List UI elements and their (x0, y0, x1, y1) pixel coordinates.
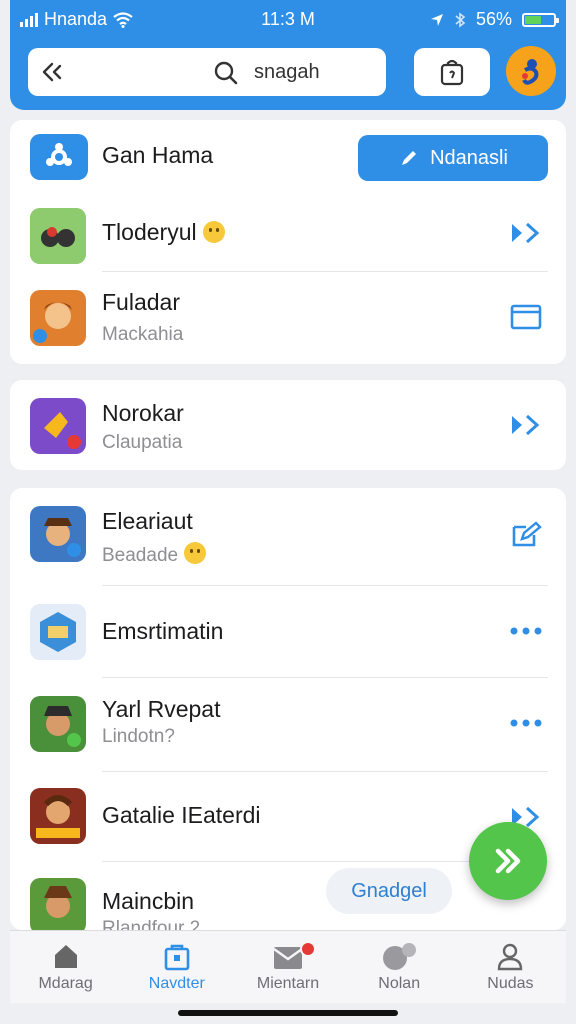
suggestion-chip[interactable]: Gnadgel (326, 868, 452, 914)
bag-icon (440, 59, 464, 86)
search-icon (214, 61, 238, 85)
chat-icon (383, 943, 417, 970)
game-thumbnail (30, 878, 86, 930)
section-card-1: Gan Hama Ndanasli Tloderyul Fuladar Mack… (10, 120, 566, 364)
game-thumbnail (30, 696, 86, 752)
section-header: Gan Hama Ndanasli (10, 120, 566, 196)
item-subtitle: Mackahia (102, 324, 184, 345)
bluetooth-icon (455, 11, 466, 28)
app-header: Hnanda 11:3 M 56% snagah (10, 0, 566, 110)
battery-level (525, 15, 541, 24)
double-chevron-icon (495, 848, 521, 874)
game-thumbnail (30, 506, 86, 562)
item-subtitle: Claupatia (102, 432, 183, 453)
item-title: Norokar (102, 400, 184, 426)
item-subtitle: Beadade (102, 542, 207, 567)
battery-icon (522, 12, 559, 27)
game-thumbnail (30, 604, 86, 660)
folder-icon[interactable] (506, 300, 546, 334)
home-icon (54, 945, 77, 968)
notification-badge (300, 941, 316, 957)
item-title: Emsrtimatin (102, 618, 224, 644)
list-item[interactable]: Yarl Rvepat Lindotn? (10, 678, 566, 772)
back-icon[interactable] (38, 58, 68, 86)
item-title: Tloderyul (102, 219, 225, 246)
item-title: Maincbin (102, 888, 195, 914)
game-thumbnail (30, 398, 86, 454)
game-thumbnail (30, 208, 86, 264)
emoji-icon (184, 542, 207, 564)
avatar[interactable] (506, 46, 556, 96)
tab-label: Navdter (148, 975, 205, 992)
item-subtitle: Lindotn? (102, 726, 175, 747)
person-icon (498, 943, 523, 971)
bag-icon (164, 944, 190, 971)
more-icon[interactable] (506, 706, 546, 740)
list-item[interactable]: Tloderyul (10, 196, 566, 272)
edit-icon[interactable] (506, 518, 546, 552)
tab-label: Nolan (378, 975, 421, 992)
item-title: Eleariaut (102, 508, 193, 534)
home-indicator (178, 1010, 398, 1016)
item-title: Fuladar (102, 289, 180, 315)
tab-bar: Mdarag Navdter Mientarn Nolan Nudas (10, 930, 566, 1003)
location-icon (430, 13, 443, 26)
battery-percent: 56% (475, 9, 512, 29)
tab-home[interactable]: Mdarag (10, 931, 121, 1003)
tab-profile[interactable]: Nudas (455, 931, 566, 1003)
status-right: 56% (430, 9, 559, 30)
primary-action-button[interactable]: Ndanasli (358, 135, 548, 181)
emoji-icon (202, 221, 225, 243)
tab-chat[interactable]: Nolan (344, 931, 455, 1003)
search-input[interactable]: snagah (254, 61, 320, 84)
search-bar[interactable]: snagah (28, 48, 386, 96)
tab-label: Mdarag (38, 975, 93, 992)
list-item[interactable]: Norokar Claupatia (10, 380, 566, 470)
double-arrow-icon[interactable] (506, 408, 546, 442)
tab-label: Nudas (487, 975, 534, 992)
item-title: Yarl Rvepat (102, 696, 221, 722)
more-icon[interactable] (506, 614, 546, 648)
double-arrow-icon[interactable] (506, 216, 546, 250)
tab-store[interactable]: Navdter (121, 931, 232, 1003)
inbox-icon (273, 947, 303, 969)
game-thumbnail (30, 788, 86, 844)
section-title: Gan Hama (102, 142, 214, 168)
pencil-icon (402, 151, 417, 165)
floating-action-button[interactable] (469, 822, 547, 900)
game-thumbnail (30, 290, 86, 346)
bag-button[interactable] (414, 48, 490, 96)
section-card-2: Norokar Claupatia (10, 380, 566, 470)
status-bar: Hnanda 11:3 M 56% (10, 0, 566, 40)
item-subtitle: Rlandfour 2 (102, 918, 201, 930)
list-item[interactable]: Emsrtimatin (10, 586, 566, 678)
tab-label: Mientarn (256, 975, 320, 992)
list-item[interactable]: Eleariaut Beadade (10, 488, 566, 586)
item-title: Gatalie IEaterdi (102, 802, 261, 828)
tab-inbox[interactable]: Mientarn (232, 931, 343, 1003)
section-icon (30, 134, 88, 180)
list-item[interactable]: Fuladar Mackahia (10, 272, 566, 364)
primary-action-label: Ndanasli (430, 146, 508, 169)
